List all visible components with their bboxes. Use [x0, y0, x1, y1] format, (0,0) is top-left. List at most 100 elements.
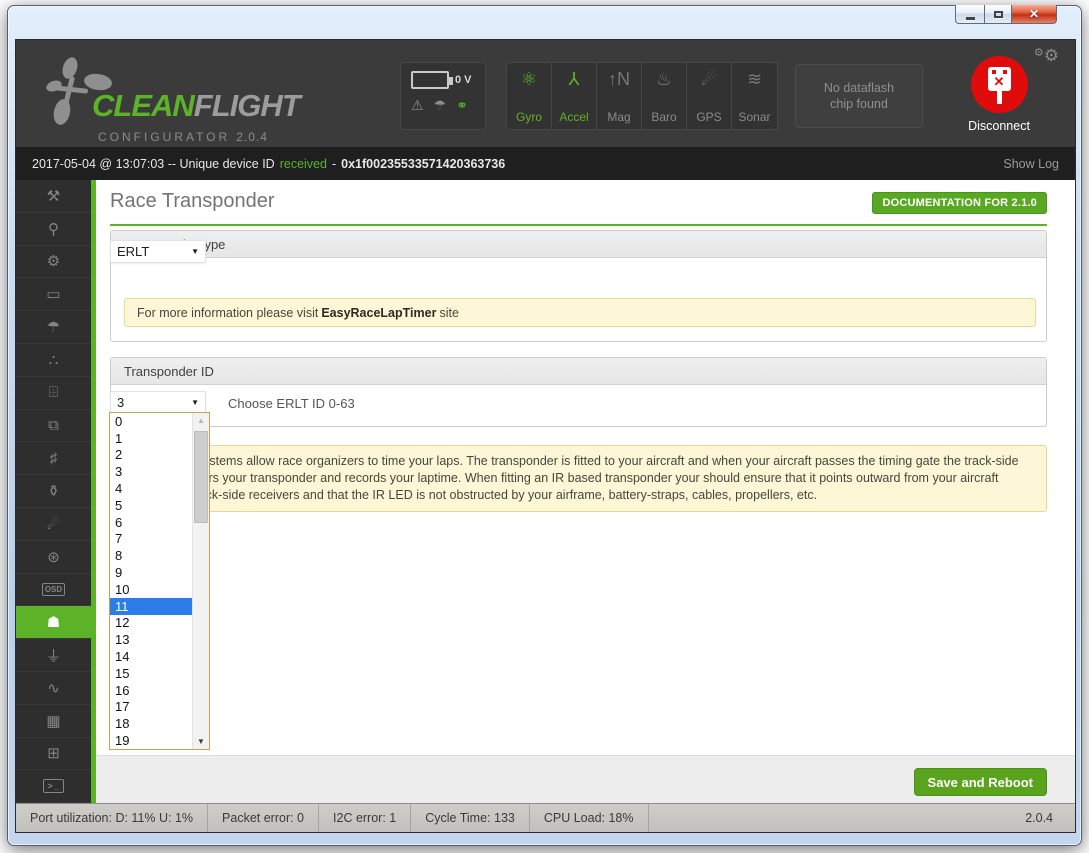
sidebar-tabs: ⚒ ⚲ ⚙ ▭ ☂ ∴ ⌹ ⧉ [16, 180, 91, 803]
sensor-label: Sonar [738, 110, 770, 124]
sidebar-item-sensors[interactable]: ∿ [16, 672, 91, 705]
transponder-info-note: Transponder systems allow race organizer… [110, 445, 1047, 512]
battery-icon [411, 71, 449, 89]
dropdown-option[interactable]: 13 [110, 631, 192, 648]
sensor-icon: ♨ [656, 69, 672, 89]
sidebar-item-motors[interactable]: ⊛ [16, 541, 91, 574]
scroll-up-button[interactable]: ▲ [193, 413, 209, 428]
app-window: ✕ CLEANFLIGHT CONFIGURATOR2.0.4 [7, 5, 1082, 846]
sidebar-item-servos[interactable]: ⚱ [16, 475, 91, 508]
disconnect-label: Disconnect [954, 119, 1044, 133]
dropdown-option[interactable]: 12 [110, 615, 192, 632]
show-log-button[interactable]: Show Log [1003, 157, 1059, 171]
sidebar-item-configuration[interactable]: ⚙ [16, 246, 91, 279]
scroll-down-button[interactable]: ▼ [193, 734, 209, 749]
dropdown-option[interactable]: 7 [110, 531, 192, 548]
sensor-mag: ↑N Mag [597, 63, 642, 129]
window-button-maximize[interactable] [984, 5, 1011, 24]
save-and-reboot-button[interactable]: Save and Reboot [914, 768, 1047, 796]
sidebar-item-adjustments[interactable]: ♯ [16, 442, 91, 475]
documentation-button[interactable]: DOCUMENTATION FOR 2.1.0 [872, 192, 1047, 214]
window-button-close[interactable]: ✕ [1011, 5, 1057, 24]
chevron-down-icon: ▼ [191, 247, 199, 256]
sensor-gps: ☄ GPS [687, 63, 732, 129]
sensor-icon: ↑N [608, 69, 630, 89]
window-button-minimize[interactable] [955, 5, 984, 24]
dropdown-option[interactable]: 15 [110, 665, 192, 682]
status-icon-parachute: ☂ [434, 97, 447, 114]
sidebar-item-tethered-logging[interactable]: ▦ [16, 705, 91, 738]
status-segment: Packet error: 0 [208, 804, 319, 832]
sensor-indicators: ⚛ Gyro ⅄ Accel ↑N Mag ♨ Baro ☄ GPS [506, 62, 778, 130]
dropdown-option[interactable]: 18 [110, 715, 192, 732]
dropdown-option[interactable]: 6 [110, 514, 192, 531]
log-status: received [280, 157, 327, 171]
sensor-baro: ♨ Baro [642, 63, 687, 129]
sidebar-item-led-strip[interactable]: ⏚ [16, 639, 91, 672]
dataflash-status: No dataflash chip found [795, 64, 923, 128]
cleanflight-configurator: CLEANFLIGHT CONFIGURATOR2.0.4 0 V ⚠☂⚭ ⚛ … [15, 39, 1076, 833]
sidebar-item-osd[interactable]: OSD [16, 574, 91, 607]
sidebar-item-failsafe[interactable]: ☂ [16, 311, 91, 344]
transponder-type-select[interactable]: ERLT ▼ [110, 240, 206, 263]
dropdown-option[interactable]: 14 [110, 648, 192, 665]
dropdown-option[interactable]: 10 [110, 581, 192, 598]
dropdown-option[interactable]: 11 [110, 598, 192, 615]
content-footer: Save and Reboot [96, 755, 1075, 803]
sensor-label: GPS [696, 110, 721, 124]
brand-subtitle: CONFIGURATOR2.0.4 [98, 130, 268, 144]
dropdown-scrollbar[interactable]: ▲ ▼ [192, 413, 209, 749]
type-info-note: For more information please visit EasyRa… [124, 298, 1036, 327]
sidebar-item-onboard-logging[interactable]: ⊞ [16, 738, 91, 771]
status-segment: Cycle Time: 133 [411, 804, 530, 832]
dropdown-option[interactable]: 8 [110, 547, 192, 564]
scroll-thumb[interactable] [194, 431, 208, 523]
sidebar-item-gps[interactable]: ☄ [16, 508, 91, 541]
sensor-accel: ⅄ Accel [552, 63, 597, 129]
dropdown-option[interactable]: 17 [110, 699, 192, 716]
status-segment: CPU Load: 18% [530, 804, 649, 832]
sidebar-item-pid-tuning[interactable]: ∴ [16, 344, 91, 377]
race-transponder-page: Race Transponder DOCUMENTATION FOR 2.1.0… [96, 180, 1075, 803]
sidebar-item-receiver[interactable]: ⌹ [16, 377, 91, 410]
dropdown-option[interactable]: 0 [110, 413, 192, 430]
window-button-icon [966, 17, 975, 20]
sensor-icon: ☄ [701, 69, 717, 89]
dropdown-option[interactable]: 4 [110, 480, 192, 497]
chevron-down-icon: ▼ [191, 398, 199, 407]
dropdown-option[interactable]: 9 [110, 564, 192, 581]
id-helper-text: Choose ERLT ID 0-63 [228, 396, 355, 411]
dropdown-option[interactable]: 19 [110, 732, 192, 749]
sensor-label: Accel [559, 110, 588, 124]
panel-header: Transponder type [111, 231, 1046, 258]
sidebar-item-setup[interactable]: ⚒ [16, 180, 91, 213]
sensor-label: Mag [607, 110, 630, 124]
sidebar-item-ports[interactable]: ⚲ [16, 213, 91, 246]
sidebar-item-race-transponder[interactable]: ☗ [16, 606, 91, 639]
sidebar-item-power-battery[interactable]: ▭ [16, 278, 91, 311]
status-segment: I2C error: 1 [319, 804, 411, 832]
sidebar-item-cli[interactable]: >_ [16, 770, 91, 803]
cleanflight-logo: CLEANFLIGHT CONFIGURATOR2.0.4 [40, 48, 370, 143]
dropdown-option[interactable]: 16 [110, 682, 192, 699]
panel-header: Transponder ID [111, 358, 1046, 385]
device-id: 0x1f00235533571420363736 [341, 157, 505, 171]
dropdown-option[interactable]: 5 [110, 497, 192, 514]
settings-gear-icon[interactable]: ⚙⚙ [1034, 46, 1059, 66]
status-bar: Port utilization: D: 11% U: 1%Packet err… [16, 803, 1075, 832]
version-label: 2.0.4 [1025, 811, 1061, 825]
sidebar-item-modes[interactable]: ⧉ [16, 410, 91, 443]
dropdown-option[interactable]: 1 [110, 430, 192, 447]
sensor-label: Baro [651, 110, 676, 124]
window-button-icon [994, 11, 1003, 18]
status-icon-link: ⚭ [456, 97, 468, 114]
dropdown-option[interactable]: 2 [110, 447, 192, 464]
dropdown-option[interactable]: 3 [110, 463, 192, 480]
brand-text: CLEANFLIGHT [92, 88, 300, 124]
transponder-id-panel: Transponder ID [110, 357, 1047, 427]
battery-status-box: 0 V ⚠☂⚭ [400, 62, 486, 130]
disconnect-button[interactable]: ✕ Disconnect [954, 56, 1044, 133]
transponder-id-dropdown: 012345678910111213141516171819 ▲ ▼ [109, 412, 210, 750]
log-message: -- Unique device ID [168, 157, 275, 171]
transponder-id-select[interactable]: 3 ▼ [110, 391, 206, 414]
